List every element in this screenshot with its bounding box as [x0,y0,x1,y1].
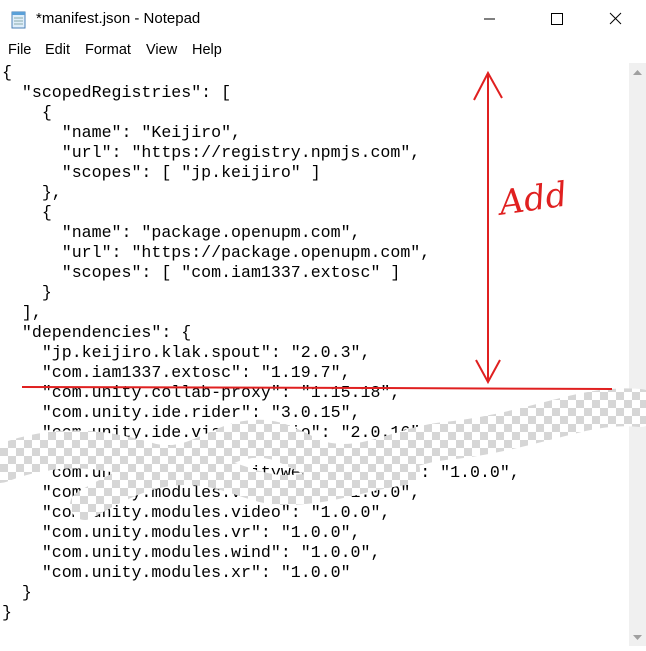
editor-line: "com.unity.modules.unitywebrequestwww": … [2,463,520,482]
scrollbar-arrows [633,70,642,640]
editor-line: "name": "package.openupm.com", [2,223,361,242]
close-icon [609,12,622,25]
text-editor[interactable]: { "scopedRegistries": [ { "name": "Keiji… [0,63,629,646]
maximize-button[interactable] [533,0,579,38]
menu-edit[interactable]: Edit [45,42,70,58]
editor-line: "com.unity.ide.visualstudio": "2.0.16", [2,423,431,442]
menu-bar: File Edit Format View Help [0,38,646,63]
editor-line: } [2,603,12,622]
editor-line: "url": "https://package.openupm.com", [2,243,431,262]
editor-line: "jp.keijiro.klak.spout": "2.0.3", [2,343,371,362]
editor-line: "com.unity.modules.xr": "1.0.0" [2,563,351,582]
menu-view[interactable]: View [146,42,177,58]
editor-line: "dependencies": { [2,323,192,342]
vertical-scrollbar[interactable] [629,63,646,646]
close-button[interactable] [598,0,644,38]
editor-line: "scopes": [ "jp.keijiro" ] [2,163,321,182]
title-bar[interactable]: *manifest.json - Notepad [0,0,646,38]
minimize-icon [484,18,495,20]
editor-line: "com.unity.modules.vehicles": "1.0.0", [2,483,421,502]
editor-line: "com.unity.ide.rider": "3.0.15", [2,403,361,422]
editor-line: ], [2,303,42,322]
editor-line: "com.unity.modules.video": "1.0.0", [2,503,391,522]
window-title: *manifest.json - Notepad [36,10,201,27]
minimize-button[interactable] [466,0,512,38]
editor-line: }, [2,183,62,202]
maximize-icon [551,13,563,25]
menu-format[interactable]: Format [85,42,131,58]
editor-line: "scopedRegistries": [ [2,83,232,102]
scroll-up-arrow-icon [633,70,642,75]
editor-line: "com.unity.modules.vr": "1.0.0", [2,523,361,542]
editor-line: "com.unity.collab-proxy": "1.15.18", [2,383,401,402]
editor-line: "name": "Keijiro", [2,123,241,142]
editor-line: "com.iam1337.extosc": "1.19.7", [2,363,351,382]
menu-file[interactable]: File [8,42,31,58]
editor-line: } [2,583,32,602]
editor-line: "com.unity.ide.vscode": "1.2.5", [2,443,361,462]
scroll-down-arrow-icon [633,635,642,640]
editor-line: { [2,203,52,222]
editor-line: "scopes": [ "com.iam1337.extosc" ] [2,263,401,282]
notepad-icon [11,11,26,29]
editor-line: { [2,63,12,82]
editor-line: "url": "https://registry.npmjs.com", [2,143,421,162]
editor-line: "com.unity.modules.wind": "1.0.0", [2,543,381,562]
menu-help[interactable]: Help [192,42,222,58]
editor-line: } [2,283,52,302]
editor-line: { [2,103,52,122]
